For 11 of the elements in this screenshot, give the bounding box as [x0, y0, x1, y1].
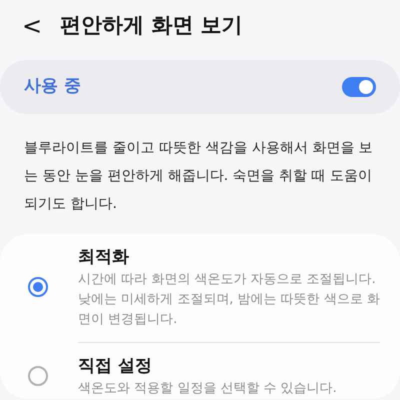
page-title: 편안하게 화면 보기 — [60, 12, 243, 40]
option-description: 시간에 따라 화면의 색온도가 자동으로 조절됩니다. 낮에는 미세하게 조절되며, 밤에는 따뜻한 색으로 화면이 변경됩니다. — [78, 271, 381, 329]
description-text: 블루라이트를 줄이고 따뜻한 색감을 사용해서 화면을 보는 동안 눈을 편안하게 해줍니다. 숙면을 취할 때 도움이 되기도 합니다. — [23, 139, 374, 214]
back-button[interactable]: < — [22, 14, 42, 38]
radio-button[interactable] — [28, 277, 48, 297]
switch-label: 사용 중 — [24, 75, 81, 98]
toggle-switch[interactable] — [342, 77, 376, 97]
option-title: 최적화 — [78, 246, 130, 269]
option-title: 직접 설정 — [78, 355, 153, 378]
radio-button[interactable] — [28, 366, 48, 386]
option-description: 색온도와 적용할 일정을 선택할 수 있습니다. — [78, 380, 337, 398]
